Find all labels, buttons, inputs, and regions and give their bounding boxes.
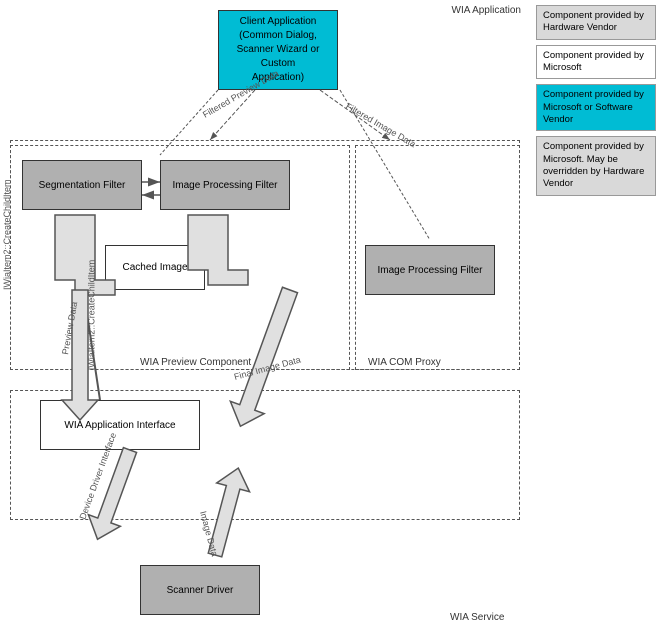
img-proc-right-label: Image Processing Filter: [377, 265, 482, 276]
legend-overridden: Component provided by Microsoft. May be …: [536, 136, 656, 195]
cached-image-box: Cached Image: [105, 245, 205, 290]
img-proc-right-box: Image Processing Filter: [365, 245, 495, 295]
segmentation-filter-box: Segmentation Filter: [22, 160, 142, 210]
wia-app-interface-box: WIA Application Interface: [40, 400, 200, 450]
iwiitem2-rotated: IWiaItem2::CreateChildItem: [86, 260, 96, 371]
img-proc-left-label: Image Processing Filter: [172, 180, 277, 191]
scanner-driver-label: Scanner Driver: [167, 585, 234, 596]
legend: Component provided by Hardware Vendor Co…: [536, 5, 656, 196]
wia-preview-label: WIA Preview Component: [140, 357, 251, 368]
client-app-label: Client Application(Common Dialog,Scanner…: [223, 15, 333, 85]
legend-hardware-vendor: Component provided by Hardware Vendor: [536, 5, 656, 40]
img-proc-left-box: Image Processing Filter: [160, 160, 290, 210]
client-app-box: Client Application(Common Dialog,Scanner…: [218, 10, 338, 90]
wia-app-interface-label: WIA Application Interface: [64, 420, 175, 431]
legend-microsoft-software: Component provided by Microsoft or Softw…: [536, 84, 656, 131]
scanner-driver-box: Scanner Driver: [140, 565, 260, 615]
wia-application-label: WIA Application: [452, 5, 521, 16]
wia-com-label: WIA COM Proxy: [368, 357, 441, 368]
segmentation-filter-label: Segmentation Filter: [39, 180, 126, 191]
legend-microsoft: Component provided by Microsoft: [536, 45, 656, 80]
cached-image-label: Cached Image: [122, 262, 187, 273]
wia-service-label: WIA Service: [450, 612, 504, 623]
